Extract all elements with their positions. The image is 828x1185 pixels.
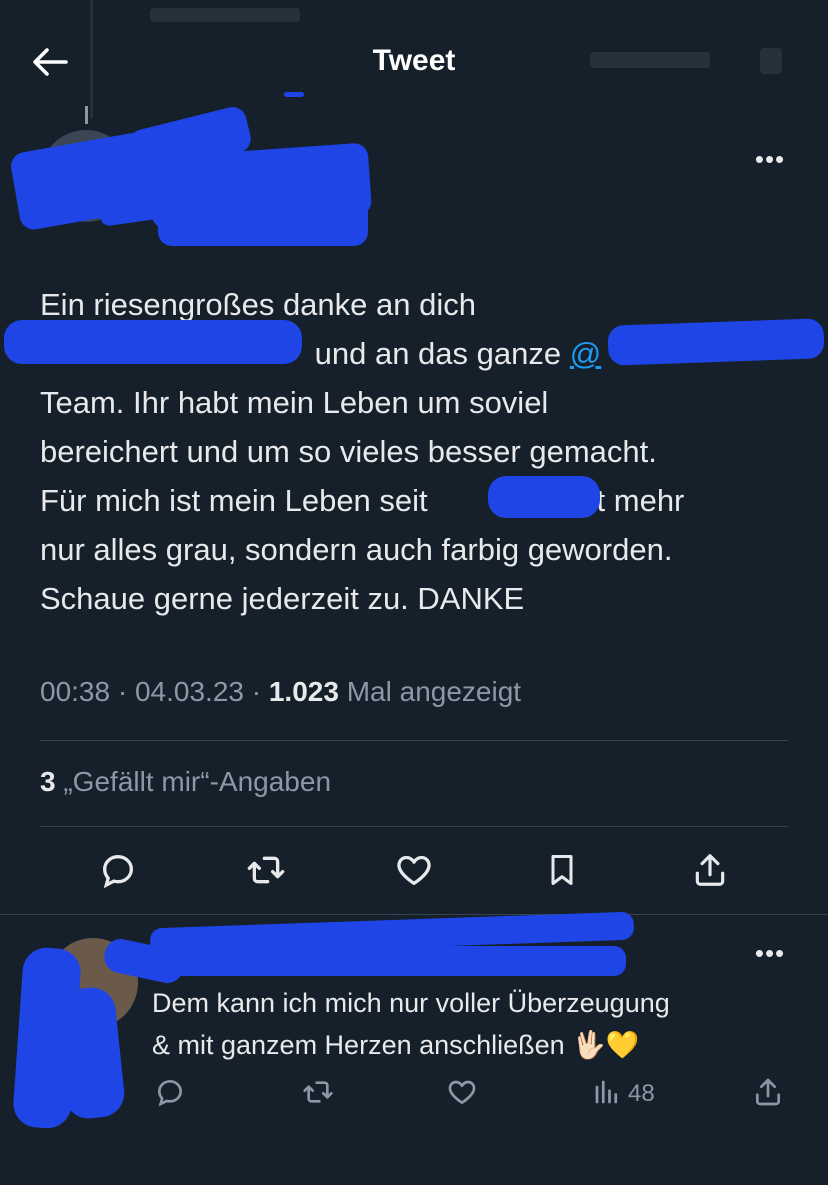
more-icon: ••• — [754, 143, 786, 174]
views-count: 1.023 — [268, 676, 339, 707]
bookmark-button[interactable] — [532, 842, 592, 902]
bookmark-icon — [544, 850, 580, 895]
share-icon — [752, 1076, 784, 1113]
tweet-line: Schaue gerne jederzeit zu. DANKE — [40, 581, 525, 616]
mention-link[interactable]: @ — [570, 336, 601, 371]
reply-views-count: 48 — [628, 1080, 655, 1107]
author-tick — [85, 106, 88, 124]
share-icon — [691, 850, 729, 895]
retweet-icon — [301, 1076, 335, 1113]
retweet-button[interactable] — [236, 842, 296, 902]
tweet-time: 00:38 — [40, 676, 111, 707]
reply-retweet-button[interactable] — [296, 1072, 340, 1116]
divider — [40, 740, 788, 741]
likes-count: 3 — [40, 766, 56, 797]
tweet-line-5: Für mich ist mein Leben seit nicht mehr — [40, 476, 800, 525]
heart-icon — [446, 1076, 478, 1113]
share-button[interactable] — [680, 842, 740, 902]
likes-label: „Gefällt mir“-Angaben — [63, 766, 332, 797]
like-button[interactable] — [384, 842, 444, 902]
tweet-line: bereichert und um so vieles besser gemac… — [40, 434, 657, 469]
section-divider — [0, 914, 828, 915]
tweet-divider-small — [284, 92, 304, 97]
redaction-scribble — [156, 946, 626, 976]
reply-line: Dem kann ich mich nur voller Überzeugung — [152, 988, 670, 1018]
tweet-line: nur alles grau, sondern auch farbig gewo… — [40, 532, 673, 567]
reply-more-button[interactable]: ••• — [748, 937, 792, 968]
reply-button[interactable] — [88, 842, 148, 902]
page-title: Tweet — [372, 44, 456, 77]
retweet-icon — [245, 850, 287, 895]
likes-summary[interactable]: 3 „Gefällt mir“-Angaben — [40, 766, 331, 798]
redaction-scribble — [158, 198, 368, 246]
views-label: Mal angezeigt — [346, 676, 522, 707]
ghost-overlay — [150, 8, 300, 22]
heart-icon — [394, 850, 434, 895]
tweet-more-button[interactable]: ••• — [748, 143, 792, 174]
reply-text: Dem kann ich mich nur voller Überzeugung… — [152, 982, 792, 1066]
reply-line: & mit ganzem Herzen anschließen 🖖🏻💛 — [152, 1030, 640, 1060]
top-bar: Tweet — [0, 0, 828, 120]
redaction-scribble — [4, 320, 302, 364]
reply-share-button[interactable] — [746, 1072, 790, 1116]
reply-icon — [98, 850, 138, 895]
tweet-meta: 00:38 · 04.03.23 · 1.023 Mal angezeigt — [40, 676, 522, 707]
tweet-date: 04.03.23 — [134, 676, 244, 707]
reply-icon — [154, 1076, 186, 1113]
reply-like-button[interactable] — [440, 1072, 484, 1116]
reply-reply-button[interactable] — [148, 1072, 192, 1116]
reply-views-button[interactable]: 48 — [592, 1076, 655, 1112]
tweet-line: Team. Ihr habt mein Leben um soviel — [40, 385, 549, 420]
divider — [40, 826, 788, 827]
more-icon: ••• — [754, 937, 786, 968]
redaction-scribble — [607, 318, 825, 366]
tweet-line-part: und an das ganze — [314, 336, 562, 371]
tweet-line-part: Für mich ist mein Leben seit — [40, 483, 428, 518]
redaction-scribble — [488, 476, 600, 518]
views-icon — [592, 1077, 622, 1112]
